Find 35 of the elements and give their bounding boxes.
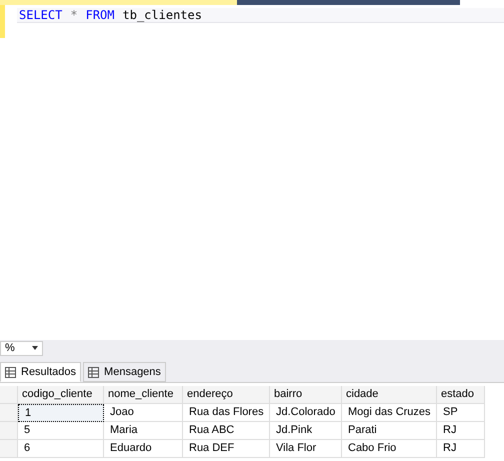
caret-icon — [32, 346, 38, 350]
table-cell: Rua das Flores — [183, 404, 270, 422]
table-cell: Rua ABC — [183, 422, 270, 440]
column-header[interactable]: nome_cliente — [104, 386, 183, 404]
table-cell: Vila Flor — [270, 440, 342, 458]
column-header[interactable]: codigo_cliente — [18, 386, 104, 404]
grid-icon — [5, 366, 16, 378]
table-cell: 1 — [18, 404, 104, 422]
column-header[interactable]: bairro — [270, 386, 342, 404]
table-cell: RJ — [437, 440, 485, 458]
table-cell: Maria — [104, 422, 183, 440]
table-cell: Cabo Frio — [342, 440, 437, 458]
column-header[interactable]: endereço — [183, 386, 270, 404]
table-cell: Parati — [342, 422, 437, 440]
column-header[interactable]: cidade — [342, 386, 437, 404]
table-cell: Mogi das Cruzes — [342, 404, 437, 422]
table-cell: Joao — [104, 404, 183, 422]
change-margin — [0, 5, 5, 38]
zoom-dropdown[interactable]: % — [0, 340, 43, 356]
table-cell: RJ — [437, 422, 485, 440]
table-cell: Eduardo — [104, 440, 183, 458]
row-header[interactable] — [0, 404, 18, 422]
row-header[interactable] — [0, 440, 18, 458]
column-header[interactable]: estado — [437, 386, 485, 404]
grid-icon — [88, 366, 100, 378]
table-cell: Jd.Pink — [270, 422, 342, 440]
table-cell: SP — [437, 404, 485, 422]
table-cell: 5 — [18, 422, 104, 440]
table-cell: 6 — [18, 440, 104, 458]
select-all-corner[interactable] — [0, 386, 18, 404]
row-header[interactable] — [0, 422, 18, 440]
table-cell: Rua DEF — [183, 440, 270, 458]
result-tab[interactable]: Resultados — [0, 362, 82, 382]
table-cell: Jd.Colorado — [270, 404, 342, 422]
result-tab[interactable]: Mensagens — [83, 362, 166, 382]
